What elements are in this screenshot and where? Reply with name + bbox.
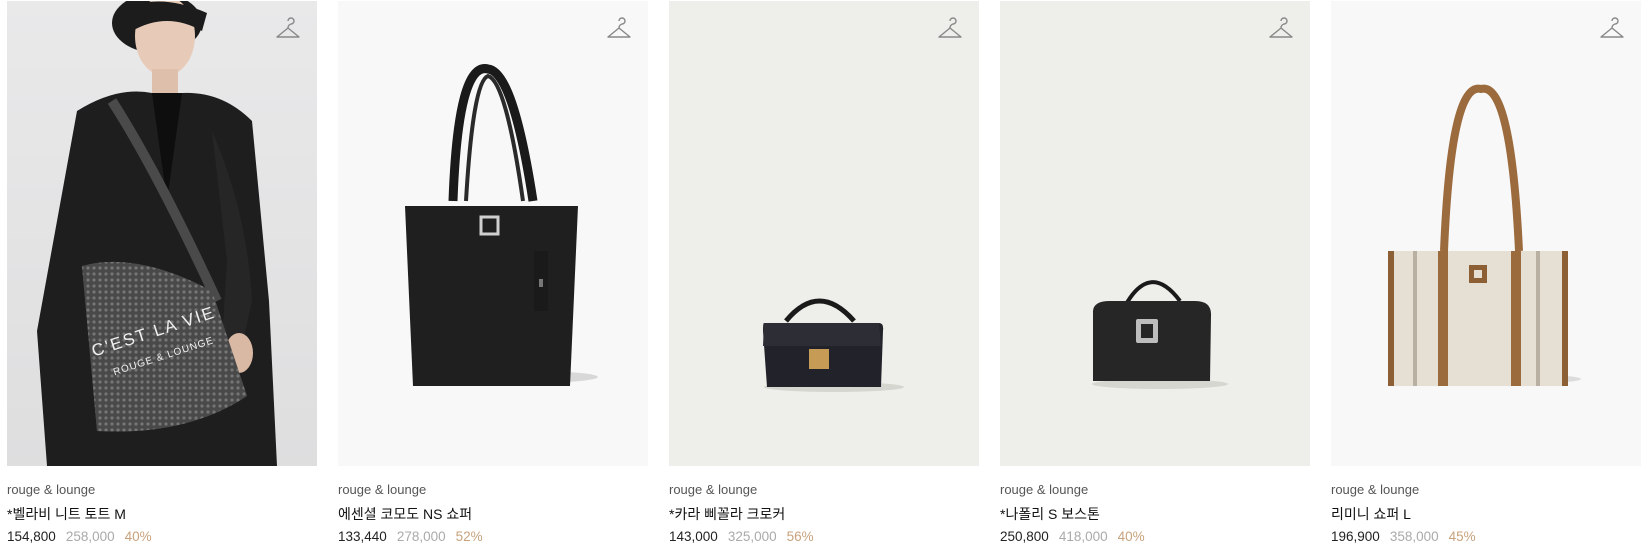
product-info: rouge & lounge *나폴리 S 보스톤 250,800 418,00… bbox=[1000, 466, 1310, 548]
sale-price: 250,800 bbox=[1000, 529, 1049, 544]
product-name[interactable]: 리미니 쇼퍼 L bbox=[1331, 502, 1641, 526]
sale-price: 196,900 bbox=[1331, 529, 1380, 544]
product-brand[interactable]: rouge & lounge bbox=[669, 480, 979, 500]
product-card[interactable]: C'EST LA VIE ROUGE & LOUNGE rouge & loun… bbox=[7, 1, 317, 545]
product-name[interactable]: *나폴리 S 보스톤 bbox=[1000, 502, 1310, 526]
original-price: 278,000 bbox=[396, 529, 446, 544]
product-brand[interactable]: rouge & lounge bbox=[1000, 480, 1310, 500]
original-price: 358,000 bbox=[1389, 529, 1439, 544]
product-info: rouge & lounge 에센셜 코모도 NS 쇼퍼 133,440 278… bbox=[338, 466, 648, 548]
product-name[interactable]: *벨라비 니트 토트 M bbox=[7, 502, 317, 526]
product-image[interactable] bbox=[338, 1, 648, 466]
discount-rate: 40% bbox=[124, 529, 152, 544]
product-info: rouge & lounge *벨라비 니트 토트 M 154,800 258,… bbox=[7, 466, 317, 548]
discount-rate: 52% bbox=[455, 529, 483, 544]
product-brand[interactable]: rouge & lounge bbox=[1331, 480, 1641, 500]
product-image[interactable] bbox=[669, 1, 979, 466]
product-card[interactable]: rouge & lounge 리미니 쇼퍼 L 196,900 358,000 … bbox=[1331, 1, 1641, 545]
product-brand[interactable]: rouge & lounge bbox=[7, 480, 317, 500]
price-row: 250,800 418,000 40% bbox=[1000, 526, 1310, 548]
product-info: rouge & lounge 리미니 쇼퍼 L 196,900 358,000 … bbox=[1331, 466, 1641, 548]
original-price: 418,000 bbox=[1058, 529, 1108, 544]
discount-rate: 56% bbox=[786, 529, 814, 544]
original-price: 325,000 bbox=[727, 529, 777, 544]
hanger-icon[interactable] bbox=[937, 17, 963, 43]
price-row: 196,900 358,000 45% bbox=[1331, 526, 1641, 548]
black-tote-bag-image bbox=[405, 64, 598, 386]
striped-canvas-shopper-image bbox=[1388, 84, 1581, 386]
price-row: 133,440 278,000 52% bbox=[338, 526, 648, 548]
hanger-icon[interactable] bbox=[1599, 17, 1625, 43]
product-name[interactable]: *카라 삐꼴라 크로커 bbox=[669, 502, 979, 526]
black-boston-bag-image bbox=[1092, 280, 1228, 389]
product-brand[interactable]: rouge & lounge bbox=[338, 480, 648, 500]
sale-price: 154,800 bbox=[7, 529, 56, 544]
sale-price: 133,440 bbox=[338, 529, 387, 544]
product-card[interactable]: rouge & lounge *카라 삐꼴라 크로커 143,000 325,0… bbox=[669, 1, 979, 545]
product-name[interactable]: 에센셜 코모도 NS 쇼퍼 bbox=[338, 502, 648, 526]
product-card[interactable]: rouge & lounge *나폴리 S 보스톤 250,800 418,00… bbox=[1000, 1, 1310, 545]
discount-rate: 45% bbox=[1448, 529, 1476, 544]
product-grid: C'EST LA VIE ROUGE & LOUNGE rouge & loun… bbox=[7, 1, 1641, 545]
price-row: 154,800 258,000 40% bbox=[7, 526, 317, 548]
product-image[interactable]: C'EST LA VIE ROUGE & LOUNGE bbox=[7, 1, 317, 466]
price-row: 143,000 325,000 56% bbox=[669, 526, 979, 548]
original-price: 258,000 bbox=[65, 529, 115, 544]
product-image[interactable] bbox=[1331, 1, 1641, 466]
product-image[interactable] bbox=[1000, 1, 1310, 466]
hanger-icon[interactable] bbox=[1268, 17, 1294, 43]
discount-rate: 40% bbox=[1117, 529, 1145, 544]
model-with-knit-tote-image: C'EST LA VIE ROUGE & LOUNGE bbox=[37, 1, 277, 466]
black-croc-mini-bag-image bbox=[763, 298, 904, 392]
hanger-icon[interactable] bbox=[275, 17, 301, 43]
product-card[interactable]: rouge & lounge 에센셜 코모도 NS 쇼퍼 133,440 278… bbox=[338, 1, 648, 545]
hanger-icon[interactable] bbox=[606, 17, 632, 43]
product-info: rouge & lounge *카라 삐꼴라 크로커 143,000 325,0… bbox=[669, 466, 979, 548]
sale-price: 143,000 bbox=[669, 529, 718, 544]
